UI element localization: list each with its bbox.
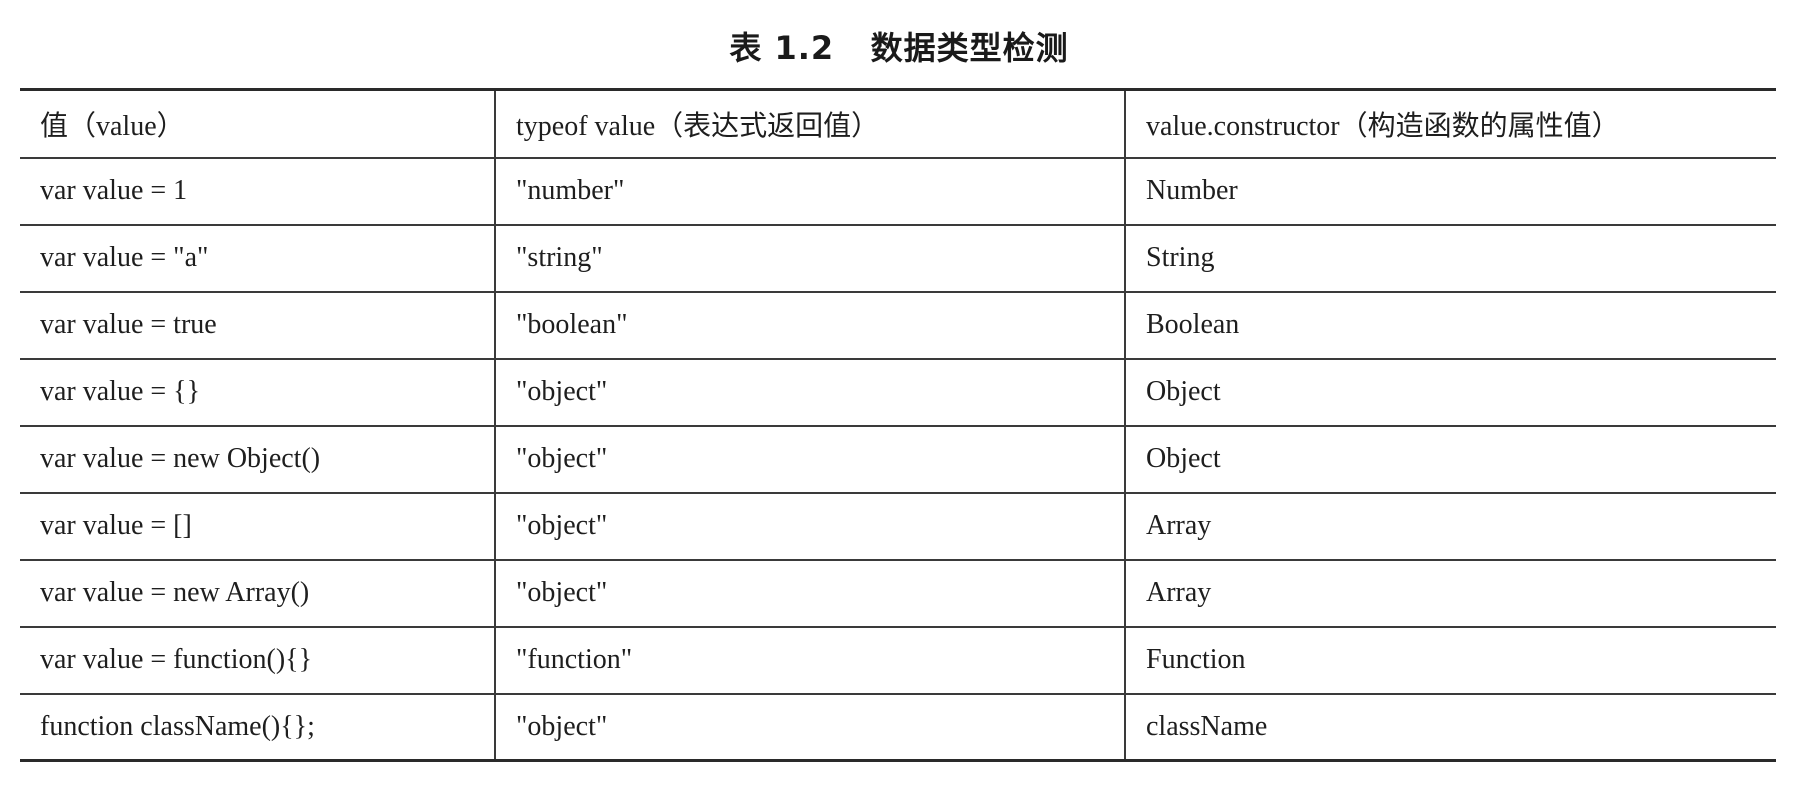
cell-constructor: String: [1124, 223, 1776, 293]
cell-value: var value = {}: [20, 357, 496, 427]
cell-constructor: className: [1124, 692, 1776, 761]
cell-value: var value = new Array(): [20, 558, 496, 628]
cell-typeof: "string": [494, 223, 1126, 293]
cell-typeof: "number": [494, 156, 1126, 226]
table-row: var value = [] "object" Array: [20, 491, 1776, 561]
table-row: var value = new Array() "object" Array: [20, 558, 1776, 628]
cell-typeof: "boolean": [494, 290, 1126, 360]
cell-typeof: "object": [494, 491, 1126, 561]
cell-value: var value = function(){}: [20, 625, 496, 695]
cell-value: var value = true: [20, 290, 496, 360]
cell-value: var value = []: [20, 491, 496, 561]
cell-value: var value = new Object(): [20, 424, 496, 494]
cell-constructor: Array: [1124, 491, 1776, 561]
table-row: var value = {} "object" Object: [20, 357, 1776, 427]
cell-typeof: "function": [494, 625, 1126, 695]
header-value: 值（value）: [20, 89, 496, 159]
cell-constructor: Boolean: [1124, 290, 1776, 360]
cell-value: var value = 1: [20, 156, 496, 226]
table-row: var value = true "boolean" Boolean: [20, 290, 1776, 360]
cell-constructor: Object: [1124, 357, 1776, 427]
table-header-row: 值（value） typeof value（表达式返回值） value.cons…: [20, 89, 1776, 159]
cell-constructor: Function: [1124, 625, 1776, 695]
cell-typeof: "object": [494, 692, 1126, 761]
cell-typeof: "object": [494, 424, 1126, 494]
table-row: function className(){}; "object" classNa…: [20, 692, 1776, 761]
table-row: var value = function(){} "function" Func…: [20, 625, 1776, 695]
cell-constructor: Array: [1124, 558, 1776, 628]
cell-constructor: Number: [1124, 156, 1776, 226]
cell-typeof: "object": [494, 558, 1126, 628]
cell-value: var value = "a": [20, 223, 496, 293]
table-row: var value = new Object() "object" Object: [20, 424, 1776, 494]
table-caption: 表 1.2 数据类型检测: [729, 29, 1069, 67]
header-typeof: typeof value（表达式返回值）: [494, 89, 1126, 159]
data-type-table: 值（value） typeof value（表达式返回值） value.cons…: [20, 88, 1776, 762]
table-row: var value = 1 "number" Number: [20, 156, 1776, 226]
cell-typeof: "object": [494, 357, 1126, 427]
header-constructor: value.constructor（构造函数的属性值）: [1124, 89, 1776, 159]
cell-constructor: Object: [1124, 424, 1776, 494]
table-row: var value = "a" "string" String: [20, 223, 1776, 293]
cell-value: function className(){};: [20, 692, 496, 761]
